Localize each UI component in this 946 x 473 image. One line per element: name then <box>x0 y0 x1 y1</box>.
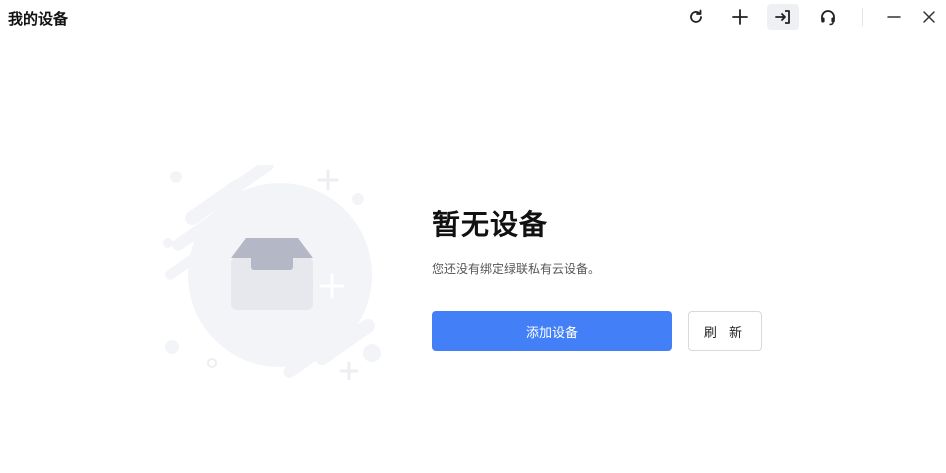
empty-state-description: 您还没有绑定绿联私有云设备。 <box>432 262 601 276</box>
window-title: 我的设备 <box>8 10 69 28</box>
headset-icon <box>821 10 835 26</box>
empty-state-illustration <box>160 159 390 381</box>
refresh-icon <box>690 9 702 23</box>
minimize-icon <box>887 16 901 18</box>
login-arrow-icon <box>775 10 790 24</box>
toolbar-divider <box>862 8 863 26</box>
refresh-toolbar-button[interactable] <box>680 4 712 30</box>
refresh-button[interactable]: 刷 新 <box>688 311 762 351</box>
support-toolbar-button[interactable] <box>812 4 844 30</box>
add-toolbar-button[interactable] <box>724 4 756 30</box>
plus-icon <box>732 9 748 25</box>
close-button[interactable] <box>913 4 945 30</box>
empty-state-title: 暂无设备 <box>432 208 549 241</box>
add-device-button[interactable]: 添加设备 <box>432 311 672 351</box>
title-bar: 我的设备 <box>0 0 946 36</box>
minimize-button[interactable] <box>878 4 910 30</box>
close-icon <box>923 11 935 23</box>
login-toolbar-button[interactable] <box>767 4 799 30</box>
